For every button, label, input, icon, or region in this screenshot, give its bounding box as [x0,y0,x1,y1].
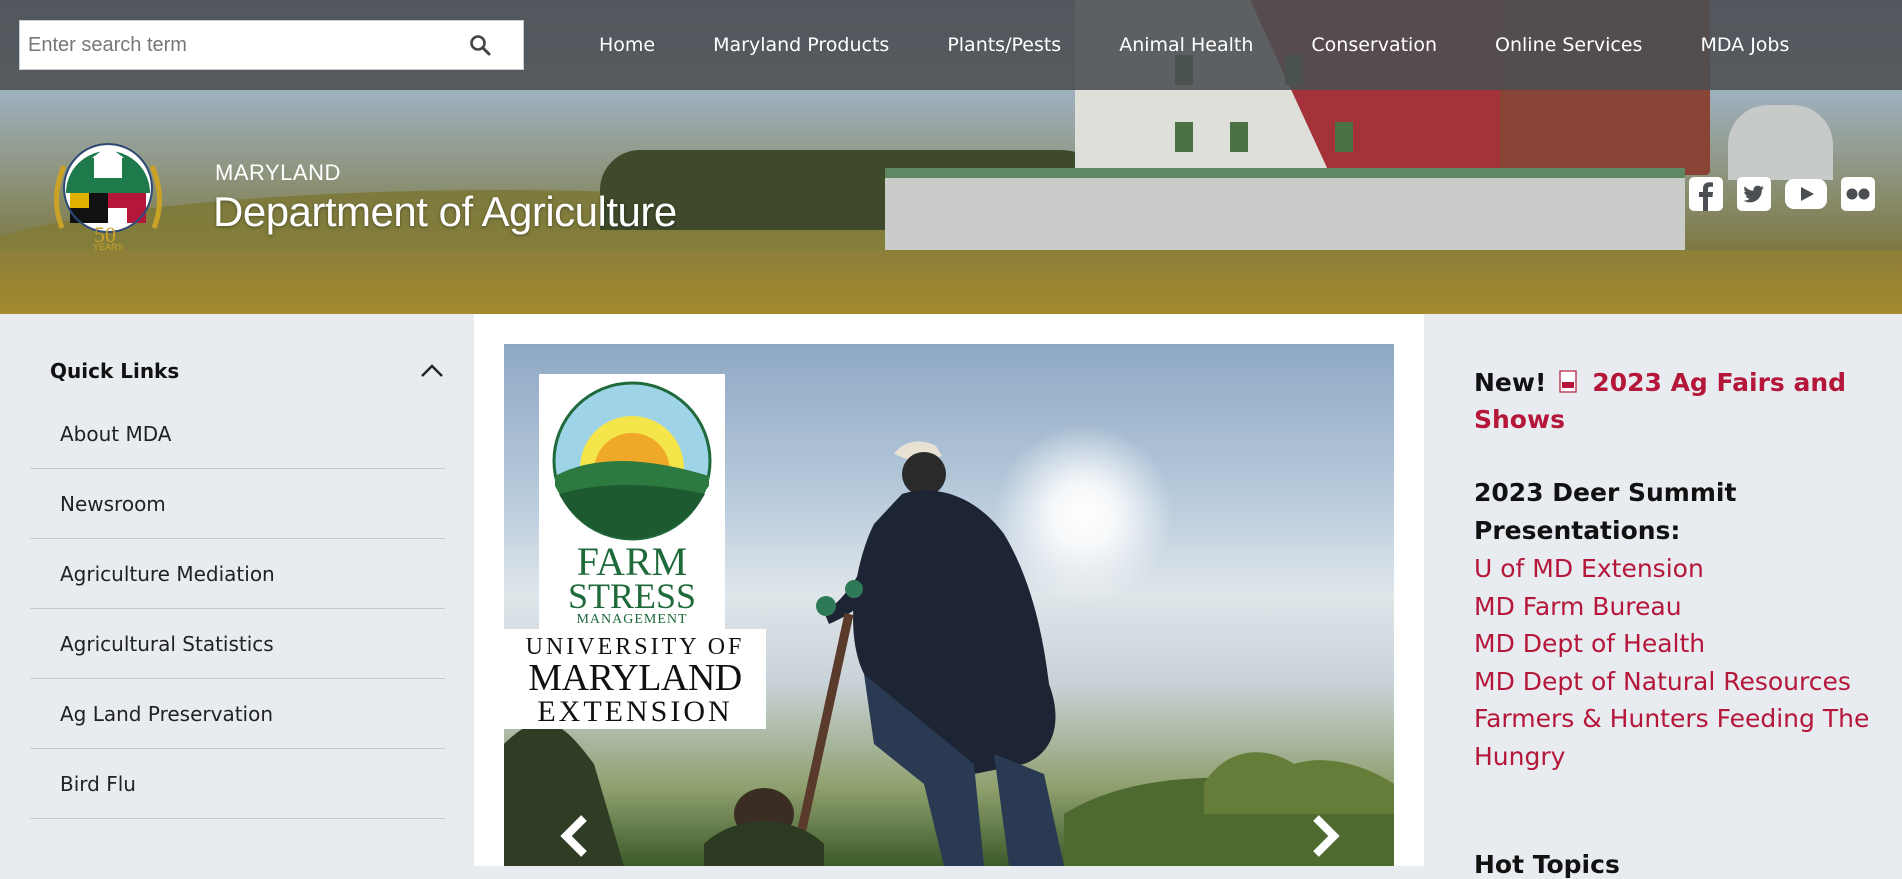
barn-window [1335,122,1353,152]
farm-stress-line1: FARM [576,539,688,584]
fairs-announcement: New! 2023 Ag Fairs and Shows [1474,364,1854,438]
main-nav: Home Maryland Products Plants/Pests Anim… [570,0,1818,90]
deer-link-md-farm-bureau[interactable]: MD Farm Bureau [1474,588,1874,626]
search-icon [470,34,491,55]
site-state-label: MARYLAND [215,160,341,185]
nav-conservation[interactable]: Conservation [1282,34,1466,56]
umd-extension-logo[interactable]: UNIVERSITY OF MARYLAND EXTENSION [504,629,766,729]
facebook-icon[interactable] [1688,176,1724,212]
image-slider: FARM STRESS MANAGEMENT UNIVERSITY OF MAR… [504,344,1394,866]
quick-links-toggle[interactable]: Quick Links [30,346,445,396]
slider-prev-arrow-icon[interactable] [554,812,594,860]
deer-link-umd-extension[interactable]: U of MD Extension [1474,550,1874,588]
nav-plants-pests[interactable]: Plants/Pests [918,34,1090,56]
quick-link-bird-flu[interactable]: Bird Flu [30,749,445,819]
farm-stress-logo[interactable]: FARM STRESS MANAGEMENT [539,374,725,629]
social-links [1688,176,1876,212]
announcements-panel: New! 2023 Ag Fairs and Shows 2023 Deer S… [1424,314,1902,879]
search-input[interactable] [20,21,450,69]
deer-link-farmers-hunters[interactable]: Farmers & Hunters Feeding The Hungry [1474,700,1874,775]
deer-summit-heading: 2023 Deer Summit Presentations: [1474,478,1737,545]
background-field [0,250,1902,314]
logo-years: YEARS [93,242,124,252]
nav-animal-health[interactable]: Animal Health [1090,34,1282,56]
flickr-icon[interactable] [1840,176,1876,212]
nav-maryland-products[interactable]: Maryland Products [684,34,918,56]
main-content: FARM STRESS MANAGEMENT UNIVERSITY OF MAR… [474,314,1424,866]
farm-stress-sun-logo [552,381,712,541]
twitter-icon[interactable] [1736,176,1772,212]
nav-online-services[interactable]: Online Services [1466,34,1671,56]
search-box [19,20,524,70]
quick-link-newsroom[interactable]: Newsroom [30,469,445,539]
nav-mda-jobs[interactable]: MDA Jobs [1671,34,1818,56]
hot-topics-heading: Hot Topics [1474,850,1620,879]
site-title[interactable]: Department of Agriculture [213,188,677,236]
umd-line3: EXTENSION [537,695,733,728]
farm-stress-line3: MANAGEMENT [576,612,688,628]
deer-summit-links: U of MD Extension MD Farm Bureau MD Dept… [1474,550,1874,775]
farm-stress-line2: STRESS [567,576,697,616]
quick-links-sidebar: Quick Links About MDA Newsroom Agricultu… [0,314,474,866]
umd-line2: MARYLAND [528,657,742,699]
umd-extension-text: UNIVERSITY OF MARYLAND EXTENSION [504,635,766,727]
farm-stress-text: FARM STRESS MANAGEMENT [539,539,725,628]
deer-link-md-dept-health[interactable]: MD Dept of Health [1474,625,1874,663]
top-bar: Home Maryland Products Plants/Pests Anim… [0,0,1902,90]
quick-links-list: About MDA Newsroom Agriculture Mediation… [30,414,445,819]
umd-line1: UNIVERSITY OF [525,634,745,660]
new-label: New! [1474,368,1547,397]
youtube-icon[interactable] [1784,176,1828,212]
deer-link-md-dnr[interactable]: MD Dept of Natural Resources [1474,663,1874,701]
pdf-icon [1559,370,1577,393]
nav-home[interactable]: Home [570,34,684,56]
quick-link-agricultural-statistics[interactable]: Agricultural Statistics [30,609,445,679]
search-button[interactable] [460,29,500,63]
background-silo [1728,105,1833,180]
slider-next-arrow-icon[interactable] [1306,812,1346,860]
site-header: Home Maryland Products Plants/Pests Anim… [0,0,1902,314]
quick-link-ag-land-preservation[interactable]: Ag Land Preservation [30,679,445,749]
chevron-up-icon [421,364,443,377]
barn-window [1230,122,1248,152]
quick-link-about-mda[interactable]: About MDA [30,414,445,469]
barn-window [1175,122,1193,152]
quick-links-title: Quick Links [50,359,180,383]
quick-link-agriculture-mediation[interactable]: Agriculture Mediation [30,539,445,609]
